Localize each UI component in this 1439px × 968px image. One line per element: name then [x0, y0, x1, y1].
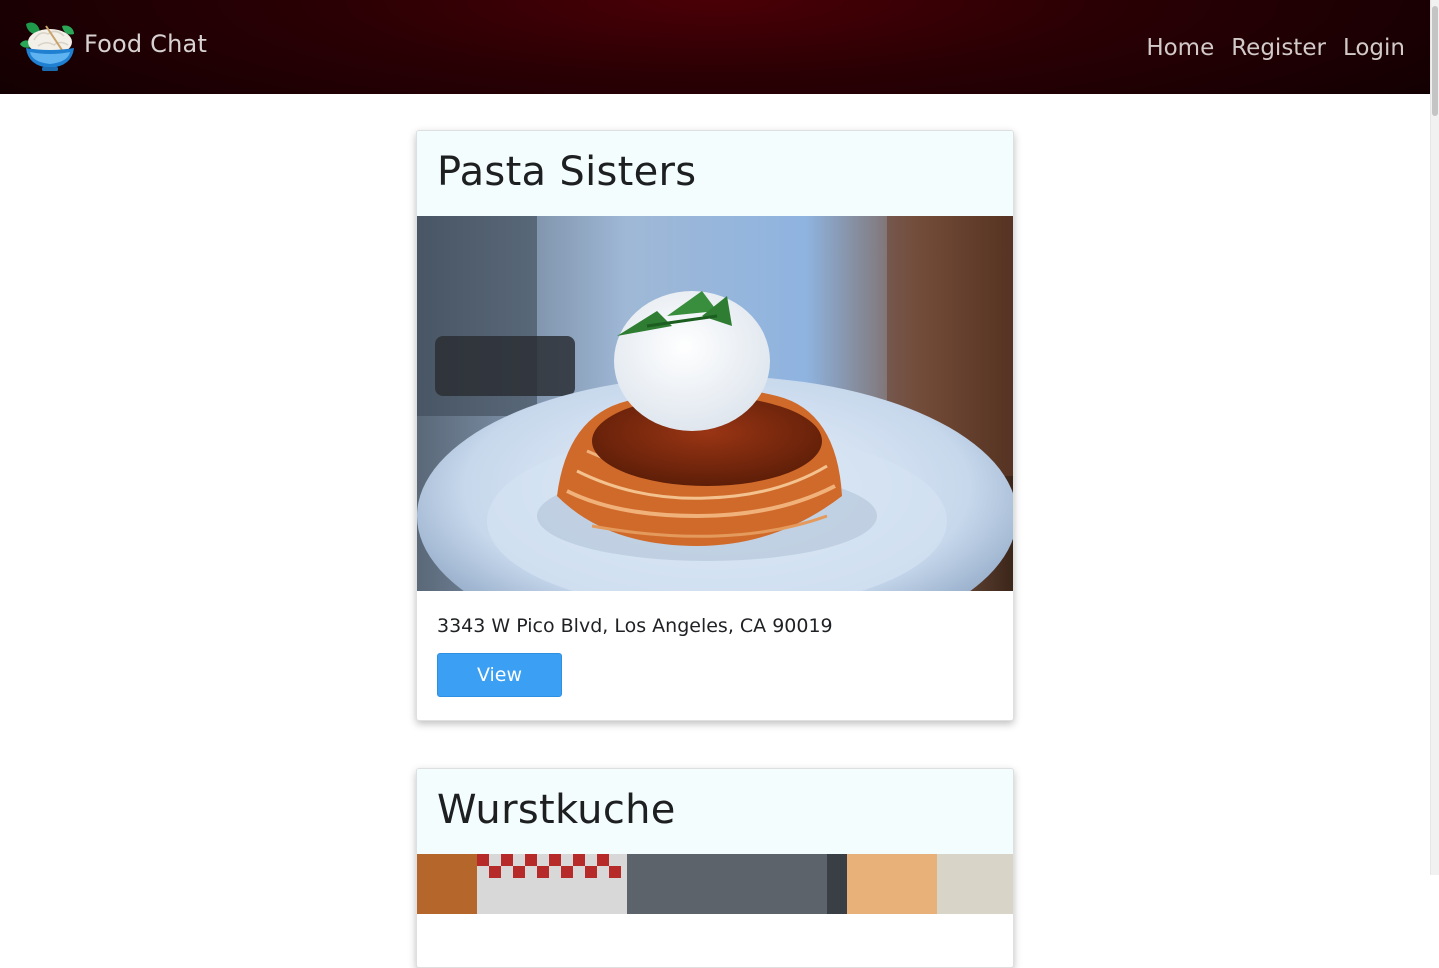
nav-login-link[interactable]: Login [1343, 30, 1405, 66]
restaurant-name: Pasta Sisters [437, 149, 697, 195]
top-navbar: Food Chat Home Register Login [0, 0, 1430, 94]
restaurant-card: Wurstkuche [416, 768, 1014, 968]
scrollbar-thumb[interactable] [1432, 6, 1438, 116]
nav-register-link[interactable]: Register [1231, 30, 1326, 66]
restaurant-photo [417, 854, 1013, 914]
card-header: Pasta Sisters [417, 131, 1013, 216]
restaurant-card: Pasta Sisters 3343 W Pico Blvd, Los Ange… [416, 130, 1014, 721]
brand-name: Food Chat [84, 30, 208, 58]
restaurant-name: Wurstkuche [437, 787, 676, 833]
card-body: 3343 W Pico Blvd, Los Angeles, CA 90019 … [417, 591, 1013, 717]
nav-links: Home Register Login [1146, 30, 1405, 66]
page-scrollbar[interactable] [1430, 0, 1439, 875]
card-header: Wurstkuche [417, 769, 1013, 854]
restaurant-address: 3343 W Pico Blvd, Los Angeles, CA 90019 [437, 615, 833, 637]
food-bowl-logo-icon [20, 22, 74, 71]
nav-home-link[interactable]: Home [1146, 30, 1214, 66]
restaurant-photo [417, 216, 1013, 591]
view-restaurant-button[interactable]: View [437, 653, 562, 697]
brand-link[interactable]: Food Chat [18, 18, 207, 74]
